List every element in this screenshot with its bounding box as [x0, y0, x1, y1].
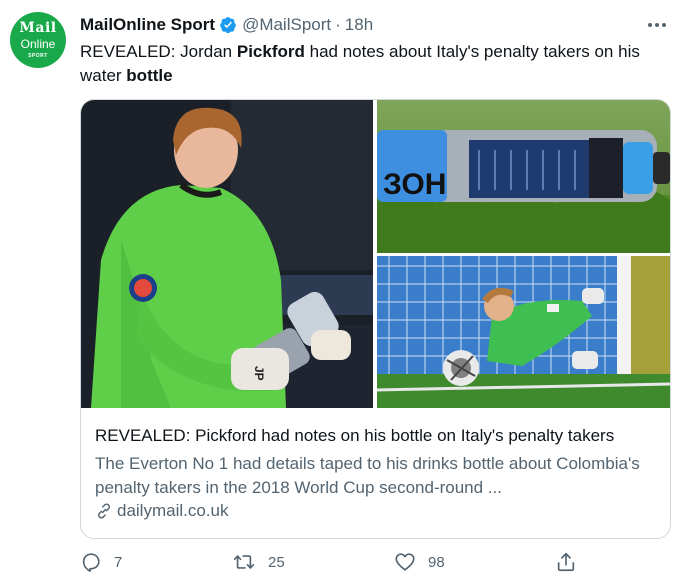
- card-domain-link[interactable]: dailymail.co.uk: [95, 501, 229, 521]
- tweet-text-bold: Pickford: [236, 42, 305, 61]
- retweet-icon: [233, 555, 255, 569]
- glove-text: JP: [252, 366, 266, 381]
- more-options-icon[interactable]: [644, 12, 670, 38]
- display-name[interactable]: MailOnline Sport: [80, 15, 215, 35]
- like-count: 98: [428, 553, 445, 571]
- avatar-logo-online: Online: [20, 37, 56, 51]
- bottle-brand-text: ЗОН: [383, 168, 446, 201]
- retweet-button[interactable]: 25: [232, 548, 285, 576]
- card-title[interactable]: REVEALED: Pickford had notes on his bott…: [95, 426, 614, 446]
- tweet-text: REVEALED: Jordan Pickford had notes abou…: [80, 40, 675, 88]
- tweet-header: MailOnline Sport @MailSport · 18h: [80, 14, 373, 36]
- card-description: The Everton No 1 had details taped to hi…: [95, 454, 640, 497]
- user-handle[interactable]: @MailSport: [242, 15, 331, 35]
- retweet-count: 25: [268, 553, 285, 571]
- tweet-text-bold: bottle: [126, 66, 173, 85]
- bottle-photo[interactable]: ЗОН: [377, 100, 670, 253]
- tweet-actions: 7 25 98: [80, 548, 600, 576]
- heart-icon: [395, 553, 415, 571]
- reply-button[interactable]: 7: [80, 548, 122, 576]
- link-preview-card[interactable]: JP ЗОН REVEALED: Pickford had notes on h…: [80, 99, 671, 539]
- tweet-text-part: REVEALED: Jordan: [80, 42, 237, 61]
- card-domain-text[interactable]: dailymail.co.uk: [117, 501, 229, 521]
- avatar-logo-sport: SPORT: [28, 53, 48, 59]
- share-icon: [557, 552, 575, 572]
- share-button[interactable]: [555, 548, 589, 576]
- verified-badge-icon: [220, 17, 236, 34]
- card-media-grid[interactable]: JP ЗОН: [81, 100, 670, 408]
- timestamp[interactable]: 18h: [345, 15, 373, 35]
- diving-save-photo[interactable]: [377, 256, 670, 408]
- avatar-logo-mail: Mail: [19, 20, 57, 36]
- reply-count: 7: [114, 553, 123, 571]
- like-button[interactable]: 98: [394, 548, 445, 576]
- link-icon: [97, 503, 111, 519]
- separator-dot: ·: [335, 15, 341, 34]
- goalkeeper-photo[interactable]: JP: [81, 100, 373, 408]
- avatar[interactable]: Mail Online SPORT: [10, 12, 66, 68]
- reply-icon: [82, 553, 100, 572]
